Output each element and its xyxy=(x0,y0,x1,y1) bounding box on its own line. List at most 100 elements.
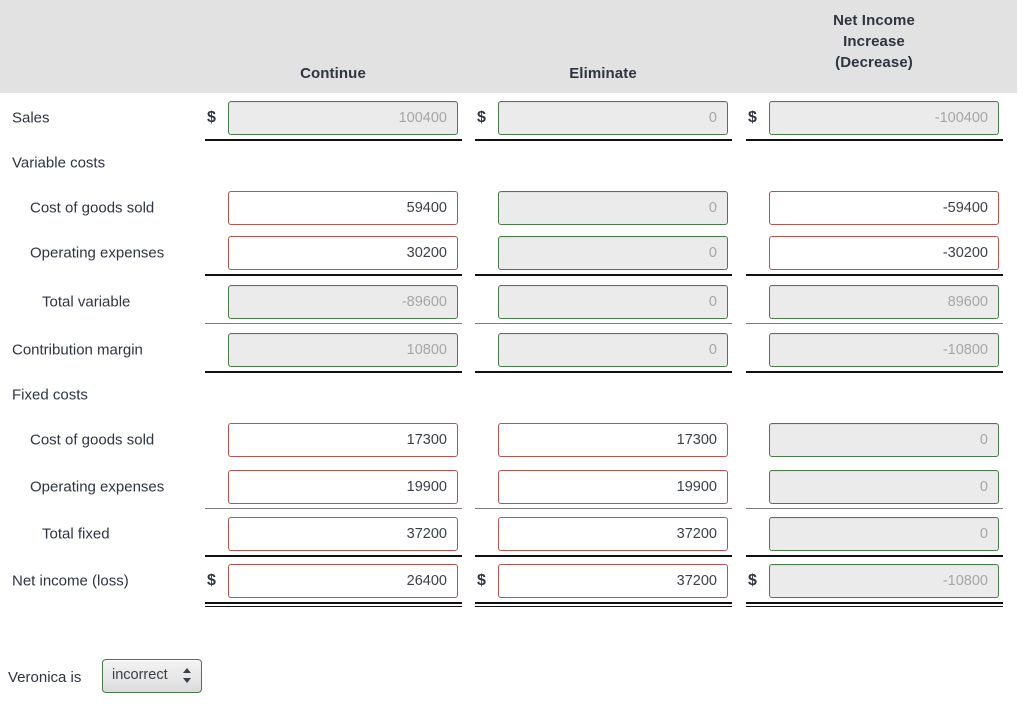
table-cell xyxy=(745,511,1003,557)
table-cell xyxy=(474,327,732,373)
amount-input[interactable] xyxy=(769,191,999,225)
column-header-eliminate: Eliminate xyxy=(569,65,637,82)
updown-arrows-icon xyxy=(183,668,192,686)
table-cell: $ xyxy=(474,558,732,607)
row-label: Operating expenses xyxy=(30,244,165,261)
table-cell: $ xyxy=(474,95,732,141)
table-row: Total variable xyxy=(0,279,1017,324)
veronica-answer-select[interactable]: incorrect xyxy=(102,659,202,693)
cell-underline xyxy=(475,602,732,607)
readonly-amount-input xyxy=(769,285,999,319)
currency-symbol: $ xyxy=(748,108,757,126)
table-cell: $ xyxy=(204,95,462,141)
cell-underline xyxy=(205,274,462,276)
cell-underline xyxy=(205,508,462,509)
table-cell xyxy=(474,372,732,417)
readonly-amount-input xyxy=(498,236,728,270)
table-cell xyxy=(474,140,732,185)
readonly-amount-input xyxy=(498,285,728,319)
readonly-amount-input xyxy=(228,101,458,135)
cell-underline xyxy=(205,323,462,324)
cell-underline xyxy=(746,323,1003,324)
cell-underline xyxy=(746,508,1003,509)
table-cell xyxy=(745,230,1003,276)
table-row: Cost of goods sold xyxy=(0,185,1017,230)
table-cell xyxy=(745,279,1003,324)
column-header-net-income-line1: Net Income xyxy=(833,12,915,29)
table-cell xyxy=(474,511,732,557)
row-label: Total variable xyxy=(42,293,131,310)
table-cell xyxy=(204,279,462,324)
table-cell xyxy=(474,230,732,276)
cell-underline xyxy=(746,555,1003,557)
table-cell xyxy=(204,464,462,509)
cell-underline xyxy=(475,508,732,509)
cell-underline xyxy=(205,602,462,607)
table-row: Total fixed xyxy=(0,511,1017,557)
table-row: Operating expenses xyxy=(0,464,1017,509)
footer-answer-row: Veronica is incorrect xyxy=(0,655,1017,705)
currency-symbol: $ xyxy=(477,571,486,589)
table-cell xyxy=(745,464,1003,509)
row-label: Net income (loss) xyxy=(12,572,129,589)
amount-input[interactable] xyxy=(228,564,458,598)
cell-underline xyxy=(475,555,732,557)
table-cell xyxy=(474,279,732,324)
footer-label: Veronica is xyxy=(8,669,82,686)
currency-symbol: $ xyxy=(207,108,216,126)
currency-symbol: $ xyxy=(748,571,757,589)
amount-input[interactable] xyxy=(228,517,458,551)
row-label: Fixed costs xyxy=(12,386,88,403)
cell-underline xyxy=(475,323,732,324)
amount-input[interactable] xyxy=(498,470,728,504)
readonly-amount-input xyxy=(769,564,999,598)
table-row: Cost of goods sold xyxy=(0,417,1017,462)
worksheet: Continue Eliminate Net Income Increase (… xyxy=(0,0,1024,725)
amount-input[interactable] xyxy=(498,517,728,551)
table-row: Contribution margin xyxy=(0,327,1017,373)
readonly-amount-input xyxy=(769,423,999,457)
table-cell xyxy=(474,464,732,509)
currency-symbol: $ xyxy=(207,571,216,589)
readonly-amount-input xyxy=(769,333,999,367)
row-label: Cost of goods sold xyxy=(30,431,155,448)
cell-underline xyxy=(746,602,1003,607)
table-cell xyxy=(204,185,462,230)
amount-input[interactable] xyxy=(498,564,728,598)
row-label: Operating expenses xyxy=(30,478,165,495)
table-row: Net income (loss) $ $ $ xyxy=(0,558,1017,607)
veronica-answer-select-value: incorrect xyxy=(112,667,168,683)
table-cell: $ xyxy=(204,558,462,607)
readonly-amount-input xyxy=(769,101,999,135)
table-row: Sales $ $ $ xyxy=(0,95,1017,141)
row-label: Contribution margin xyxy=(12,341,143,358)
column-header-net-income-line3: (Decrease) xyxy=(835,54,913,71)
table-cell xyxy=(204,140,462,185)
readonly-amount-input xyxy=(498,333,728,367)
cell-underline xyxy=(205,555,462,557)
row-label: Cost of goods sold xyxy=(30,199,155,216)
table-row: Variable costs xyxy=(0,140,1017,185)
table-cell xyxy=(204,327,462,373)
row-label: Sales xyxy=(12,109,50,126)
amount-input[interactable] xyxy=(228,423,458,457)
column-header-net-income: Net Income Increase (Decrease) xyxy=(774,10,974,73)
amount-input[interactable] xyxy=(228,470,458,504)
amount-input[interactable] xyxy=(228,191,458,225)
table-cell: $ xyxy=(745,95,1003,141)
table-cell xyxy=(745,327,1003,373)
table-cell xyxy=(204,372,462,417)
table-cell xyxy=(745,372,1003,417)
readonly-amount-input xyxy=(498,191,728,225)
amount-input[interactable] xyxy=(228,236,458,270)
currency-symbol: $ xyxy=(477,108,486,126)
readonly-amount-input xyxy=(498,101,728,135)
amount-input[interactable] xyxy=(769,236,999,270)
table-cell xyxy=(204,511,462,557)
table-cell xyxy=(745,140,1003,185)
readonly-amount-input xyxy=(228,285,458,319)
amount-input[interactable] xyxy=(498,423,728,457)
table-cell xyxy=(474,417,732,462)
row-label: Total fixed xyxy=(42,525,110,542)
table-cell xyxy=(474,185,732,230)
